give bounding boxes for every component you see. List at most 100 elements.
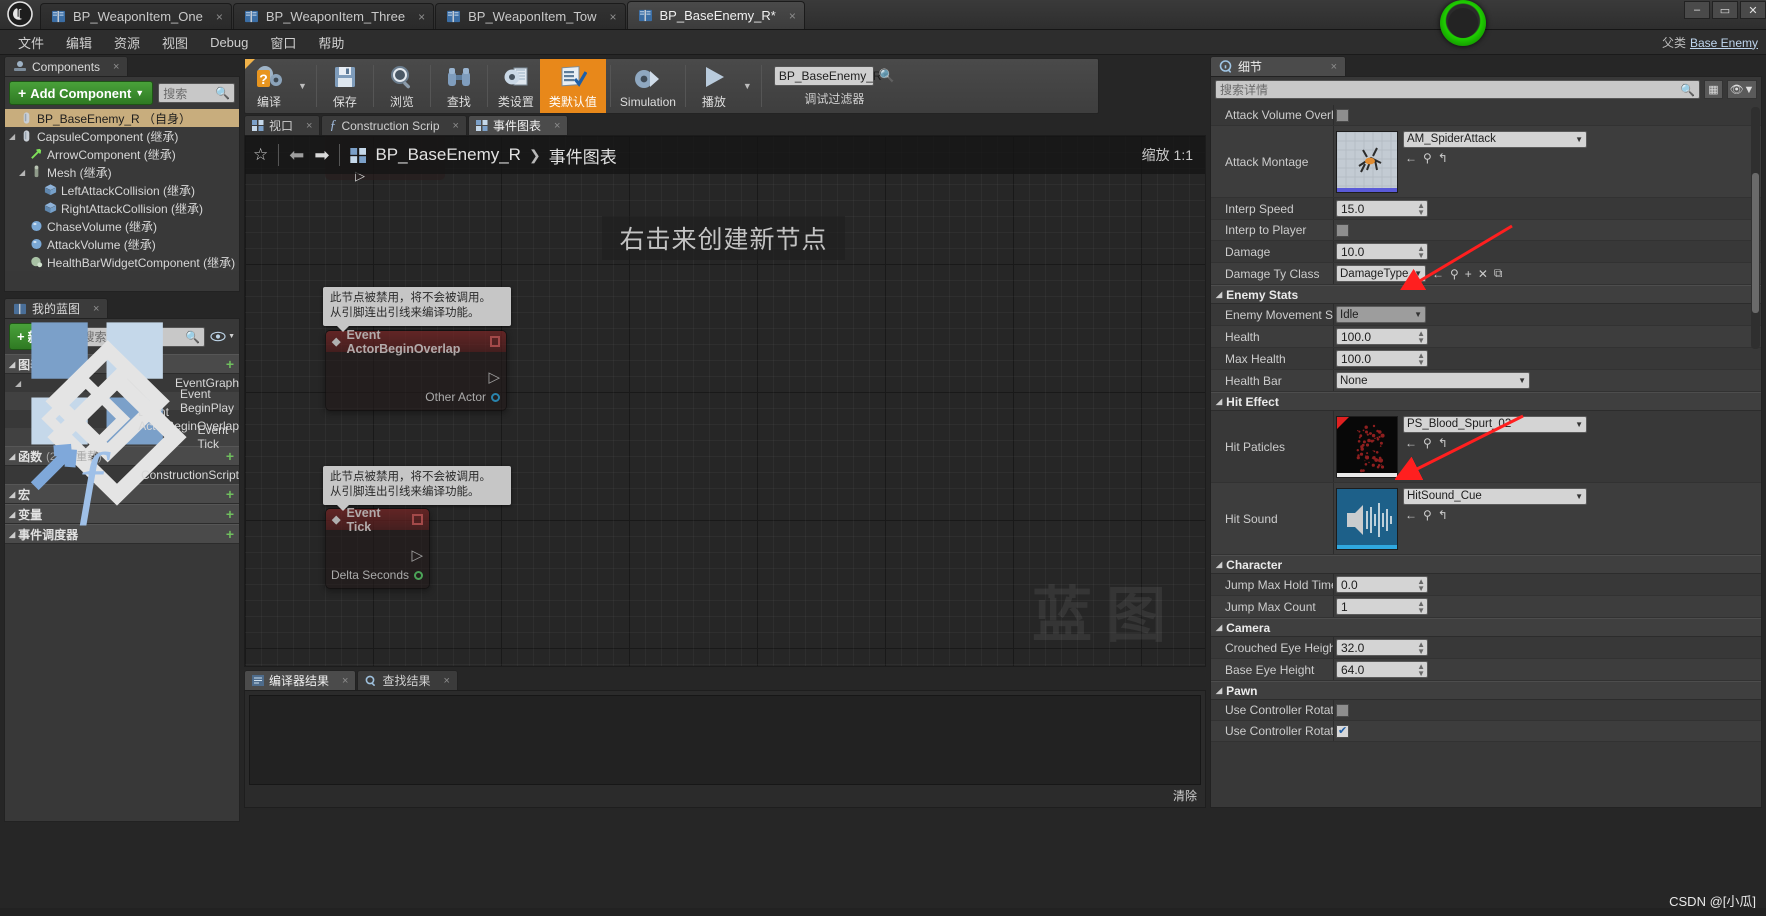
property-category-header[interactable]: ◢ Hit Effect (1211, 392, 1761, 411)
component-row[interactable]: LeftAttackCollision (继承) (5, 181, 239, 199)
details-filter-button[interactable]: 👁▼ (1727, 80, 1757, 99)
menu-help[interactable]: 帮助 (308, 30, 354, 55)
close-icon[interactable]: × (210, 10, 223, 24)
close-icon[interactable]: × (113, 61, 119, 73)
expander-icon[interactable]: ◢ (9, 360, 15, 369)
asset-add-button[interactable]: + (1465, 267, 1472, 281)
component-row[interactable]: ArrowComponent (继承) (5, 145, 239, 163)
asset-clear-button[interactable]: ✕ (1478, 267, 1488, 281)
chevron-down-icon[interactable]: ▼ (1515, 376, 1526, 385)
chevron-down-icon[interactable]: ▼ (1411, 310, 1422, 319)
number-input[interactable]: 64.0 ▲ ▼ (1336, 661, 1428, 678)
spinner-icon[interactable]: ▲ ▼ (1417, 352, 1425, 366)
component-row[interactable]: RightAttackCollision (继承) (5, 199, 239, 217)
menu-window[interactable]: 窗口 (260, 30, 306, 55)
parent-class-link[interactable]: Base Enemy (1690, 36, 1758, 50)
asset-use-button[interactable]: ↰ (1438, 508, 1448, 522)
exec-out-pin-icon[interactable]: ▷ (488, 368, 500, 386)
number-input[interactable]: 10.0 ▲ ▼ (1336, 243, 1428, 260)
event-graph-canvas[interactable]: ▷ ☆ ⬅ ➡ BP_BaseEnemy_R ❯ 事件图表 缩放 1:1 右击来… (244, 135, 1206, 667)
expander-icon[interactable]: ◢ (1216, 397, 1222, 406)
close-window-button[interactable]: ✕ (1740, 1, 1766, 19)
number-input[interactable]: 1 ▲ ▼ (1336, 598, 1428, 615)
tab-find-results[interactable]: 查找结果 × (357, 670, 457, 690)
expander-icon[interactable]: ◢ (19, 168, 29, 177)
chevron-down-icon[interactable]: ▼ (1411, 269, 1422, 278)
section-add-button[interactable]: + (226, 526, 234, 542)
property-checkbox[interactable] (1336, 224, 1349, 237)
section-add-button[interactable]: + (226, 486, 234, 502)
pin-other-actor[interactable]: Other Actor (425, 390, 500, 404)
expander-icon[interactable]: ◢ (9, 530, 15, 539)
menu-view[interactable]: 视图 (152, 30, 198, 55)
expander-icon[interactable]: ◢ (9, 510, 15, 519)
tab-components[interactable]: Components × (4, 56, 128, 76)
menu-debug[interactable]: Debug (200, 32, 258, 53)
asset-browse-button[interactable]: ⚲ (1450, 267, 1459, 281)
number-input[interactable]: 15.0 ▲ ▼ (1336, 200, 1428, 217)
expander-icon[interactable]: ◢ (9, 490, 15, 499)
play-options-chevron-icon[interactable]: ▼ (738, 59, 757, 113)
class-defaults-button[interactable]: 类默认值 (540, 59, 606, 113)
tab-event-graph[interactable]: 事件图表 × (468, 115, 568, 135)
tab-compiler-results[interactable]: 编译器结果 × (244, 670, 356, 690)
component-row[interactable]: ◢ CapsuleComponent (继承) (5, 127, 239, 145)
maximize-button[interactable]: ▭ (1712, 1, 1738, 19)
spinner-icon[interactable]: ▲ ▼ (1417, 330, 1425, 344)
component-row[interactable]: ChaseVolume (继承) (5, 217, 239, 235)
my-blueprint-item[interactable]: f ConstructionScript (5, 466, 239, 484)
asset-use-button[interactable]: ↰ (1438, 151, 1448, 165)
asset-use-button[interactable]: ↰ (1438, 436, 1448, 450)
expander-icon[interactable]: ◢ (9, 132, 19, 141)
play-button[interactable]: 播放 (690, 59, 738, 113)
asset-browse-button[interactable]: ⚲ (1423, 151, 1432, 165)
property-category-header[interactable]: ◢ Camera (1211, 618, 1761, 637)
float-pin-icon[interactable] (414, 571, 423, 580)
property-checkbox[interactable] (1336, 704, 1349, 717)
event-actorbeginoverlap-node[interactable]: ◆ Event ActorBeginOverlap ▷ Other Actor (325, 330, 507, 411)
object-pin-icon[interactable] (491, 393, 500, 402)
section-add-button[interactable]: + (226, 506, 234, 522)
favorite-star-icon[interactable]: ☆ (253, 145, 268, 165)
component-row[interactable]: ◢ Mesh (继承) (5, 163, 239, 181)
section-add-button[interactable]: + (226, 356, 234, 372)
asset-dropdown[interactable]: HitSound_Cue ▼ (1403, 488, 1587, 505)
chevron-down-icon[interactable]: ▼ (1572, 492, 1583, 501)
document-tab[interactable]: BP_WeaponItem_Tow × (435, 3, 625, 29)
details-layout-button[interactable]: ▦ (1704, 80, 1723, 99)
tab-viewport[interactable]: 视口 × (244, 115, 320, 135)
tab-construction-script[interactable]: ƒ Construction Scrip × (321, 115, 466, 135)
details-scrollbar-thumb[interactable] (1752, 173, 1759, 313)
number-input[interactable]: 100.0 ▲ ▼ (1336, 350, 1428, 367)
expander-icon[interactable]: ◢ (1216, 290, 1222, 299)
component-row[interactable]: HealthBarWidgetComponent (继承) (5, 253, 239, 271)
property-category-header[interactable]: ◢ Character (1211, 555, 1761, 574)
chevron-down-icon[interactable]: ▼ (1572, 420, 1583, 429)
spinner-icon[interactable]: ▲ ▼ (1417, 600, 1425, 614)
simulation-button[interactable]: Simulation (615, 59, 681, 113)
details-search-input[interactable]: 搜索详情 🔍 (1215, 80, 1700, 99)
breadcrumb-root[interactable]: BP_BaseEnemy_R (375, 145, 521, 165)
document-tab-active[interactable]: BP_BaseEnemy_R* × (627, 1, 805, 29)
compiler-results-log[interactable] (249, 695, 1201, 785)
expander-icon[interactable]: ◢ (1216, 623, 1222, 632)
browse-button[interactable]: 浏览 (378, 59, 426, 113)
close-icon[interactable]: × (554, 120, 560, 132)
tab-details[interactable]: 细节 × (1210, 56, 1346, 76)
asset-dropdown[interactable]: None ▼ (1336, 372, 1530, 389)
debug-filter-combo[interactable]: BP_BaseEnemy_R ▼ (774, 66, 874, 86)
enum-dropdown[interactable]: Idle ▼ (1336, 306, 1426, 323)
find-button[interactable]: 查找 (435, 59, 483, 113)
component-row[interactable]: AttackVolume (继承) (5, 235, 239, 253)
property-checkbox[interactable] (1336, 109, 1349, 122)
number-input[interactable]: 0.0 ▲ ▼ (1336, 576, 1428, 593)
expander-icon[interactable]: ◢ (9, 452, 15, 461)
clear-log-button[interactable]: 清除 (1173, 787, 1197, 804)
component-row-selected[interactable]: BP_BaseEnemy_R （自身） (5, 109, 239, 127)
property-checkbox[interactable] (1336, 725, 1349, 738)
asset-browse-button[interactable]: ⚲ (1423, 508, 1432, 522)
forward-arrow-icon[interactable]: ➡ (314, 145, 329, 166)
close-icon[interactable]: × (342, 675, 348, 687)
menu-edit[interactable]: 编辑 (56, 30, 102, 55)
save-button[interactable]: 保存 (321, 59, 369, 113)
